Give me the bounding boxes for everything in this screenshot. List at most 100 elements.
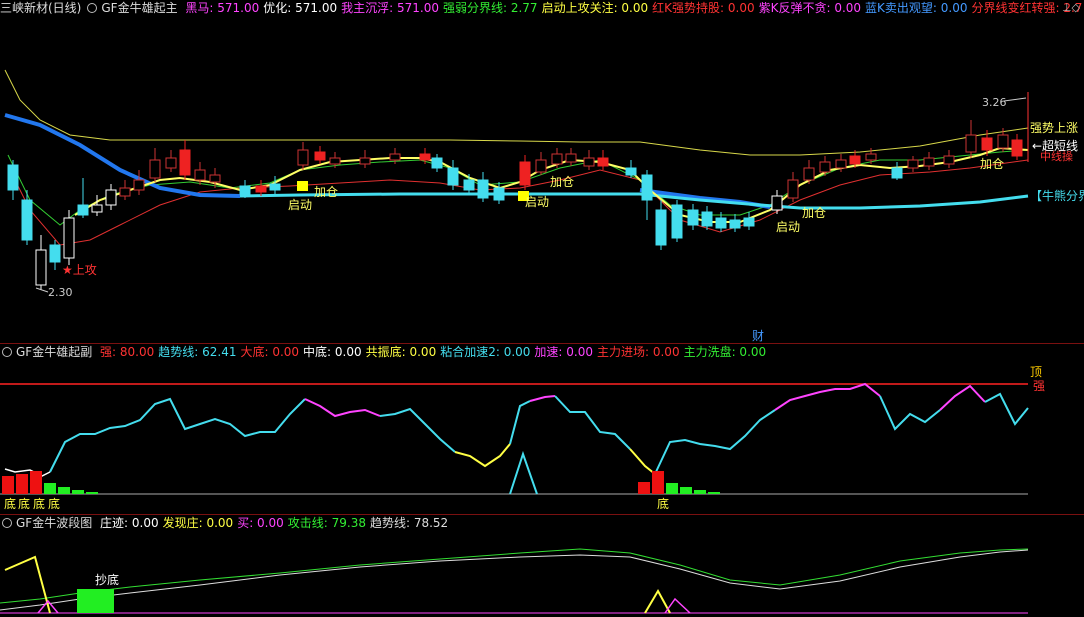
sub-indicator-chart: 顶 强 底 底 底 底 底 xyxy=(0,365,1045,511)
candle-body xyxy=(314,151,326,161)
candle-body xyxy=(179,149,191,176)
candle-body xyxy=(519,161,531,186)
top-label: 顶 xyxy=(1030,365,1042,379)
candle-body xyxy=(431,157,443,169)
washout-bar xyxy=(58,487,70,494)
upper-envelope-line xyxy=(4,69,1029,156)
candle-body xyxy=(965,134,977,153)
candle-body xyxy=(803,167,815,181)
candle-body xyxy=(551,153,563,165)
candle-body xyxy=(687,209,699,226)
candle-body xyxy=(77,204,89,216)
washout-bar xyxy=(666,483,678,494)
candle-body xyxy=(49,244,61,263)
bottom-label: 底 xyxy=(4,496,16,511)
candle-body xyxy=(149,159,161,179)
candle-body xyxy=(743,217,755,227)
main-force-bar xyxy=(16,474,28,494)
candle-body xyxy=(715,217,727,229)
launch-label-1: 启动 xyxy=(288,198,312,212)
candle-body xyxy=(641,174,653,201)
candle-body xyxy=(655,209,667,246)
candle-body xyxy=(63,217,75,259)
trend-line xyxy=(49,397,306,473)
candle-body xyxy=(194,169,206,181)
bull-bear-label: 【牛熊分界 xyxy=(1030,188,1084,203)
candle-body xyxy=(943,155,955,165)
candle-body xyxy=(923,157,935,167)
candle-body xyxy=(329,157,341,165)
candle-body xyxy=(771,195,783,211)
bottom-label: 底 xyxy=(33,496,45,511)
lower-envelope-line xyxy=(9,159,1029,246)
main-force-bar xyxy=(2,476,14,494)
candle-body xyxy=(671,204,683,239)
bottom-buy-block xyxy=(77,589,114,613)
main-force-bar xyxy=(638,482,650,494)
candle-body xyxy=(389,153,401,161)
add-position-label-2: 加仓 xyxy=(550,175,574,189)
trend-line-3 xyxy=(0,549,1029,611)
washout-bar xyxy=(680,487,692,494)
candle-body xyxy=(165,157,177,169)
candle-body xyxy=(701,211,713,227)
candle-body xyxy=(7,164,19,191)
candle-body xyxy=(477,179,489,199)
washout-bar xyxy=(86,492,98,494)
candle-body xyxy=(119,187,131,197)
price-high-label: 3.26 xyxy=(982,96,1007,109)
strong-label: 强 xyxy=(1033,379,1045,393)
candle-body xyxy=(493,187,505,201)
candle-body xyxy=(835,159,847,169)
candle-body xyxy=(819,161,831,173)
candle-body xyxy=(35,249,47,286)
candle-body xyxy=(865,153,877,161)
finance-marker: 财 xyxy=(752,329,764,342)
add-position-label-3: 加仓 xyxy=(802,206,826,220)
launch-marker xyxy=(297,181,308,191)
candle-body xyxy=(91,204,103,213)
washout-bar xyxy=(44,483,56,494)
candle-body xyxy=(105,189,117,206)
candle-body xyxy=(891,167,903,179)
candle-body xyxy=(297,149,309,166)
strong-up-label: 强势上涨 xyxy=(1030,120,1078,135)
add-position-label-1: 加仓 xyxy=(314,185,338,199)
mid-trend-label: 中线操 xyxy=(1040,149,1073,163)
main-price-chart: 3.26 2.30 ★上攻 启动 加仓 启动 加仓 启动 加仓 加仓 强势上涨 … xyxy=(4,69,1084,342)
candle-body xyxy=(419,153,431,161)
washout-bar xyxy=(708,492,720,494)
washout-bar xyxy=(72,490,84,494)
main-force-bar xyxy=(652,471,664,494)
candle-body xyxy=(133,179,145,191)
washout-bar xyxy=(694,490,706,494)
candle-body xyxy=(597,157,609,167)
bottom-label: 底 xyxy=(18,496,30,511)
candle-body xyxy=(625,167,637,176)
candle-body xyxy=(447,167,459,186)
candle-body xyxy=(583,157,595,167)
main-force-bar xyxy=(30,471,42,494)
candle-body xyxy=(209,174,221,183)
candle-body xyxy=(359,157,371,165)
wave-chart: 抄底 xyxy=(0,548,1029,614)
candle-body xyxy=(1011,139,1023,157)
candle-body xyxy=(269,183,281,191)
candle-body xyxy=(239,185,251,195)
bull-bear-line xyxy=(239,192,1029,210)
bottom-label: 底 xyxy=(657,496,669,511)
bottom-buy-label: 抄底 xyxy=(95,572,119,587)
add-position-label-4: 加仓 xyxy=(980,157,1004,171)
candle-body xyxy=(463,179,475,191)
launch-label-3: 启动 xyxy=(776,220,800,234)
candle-body xyxy=(849,155,861,165)
candle-body xyxy=(21,199,33,241)
candle-body xyxy=(997,134,1009,149)
attack-label: ★上攻 xyxy=(62,263,97,277)
candle-body xyxy=(535,159,547,173)
candle-body xyxy=(787,179,799,199)
launch-label-2: 启动 xyxy=(525,195,549,209)
candle-body xyxy=(981,137,993,151)
bottom-label: 底 xyxy=(48,496,60,511)
candle-body xyxy=(907,159,919,169)
